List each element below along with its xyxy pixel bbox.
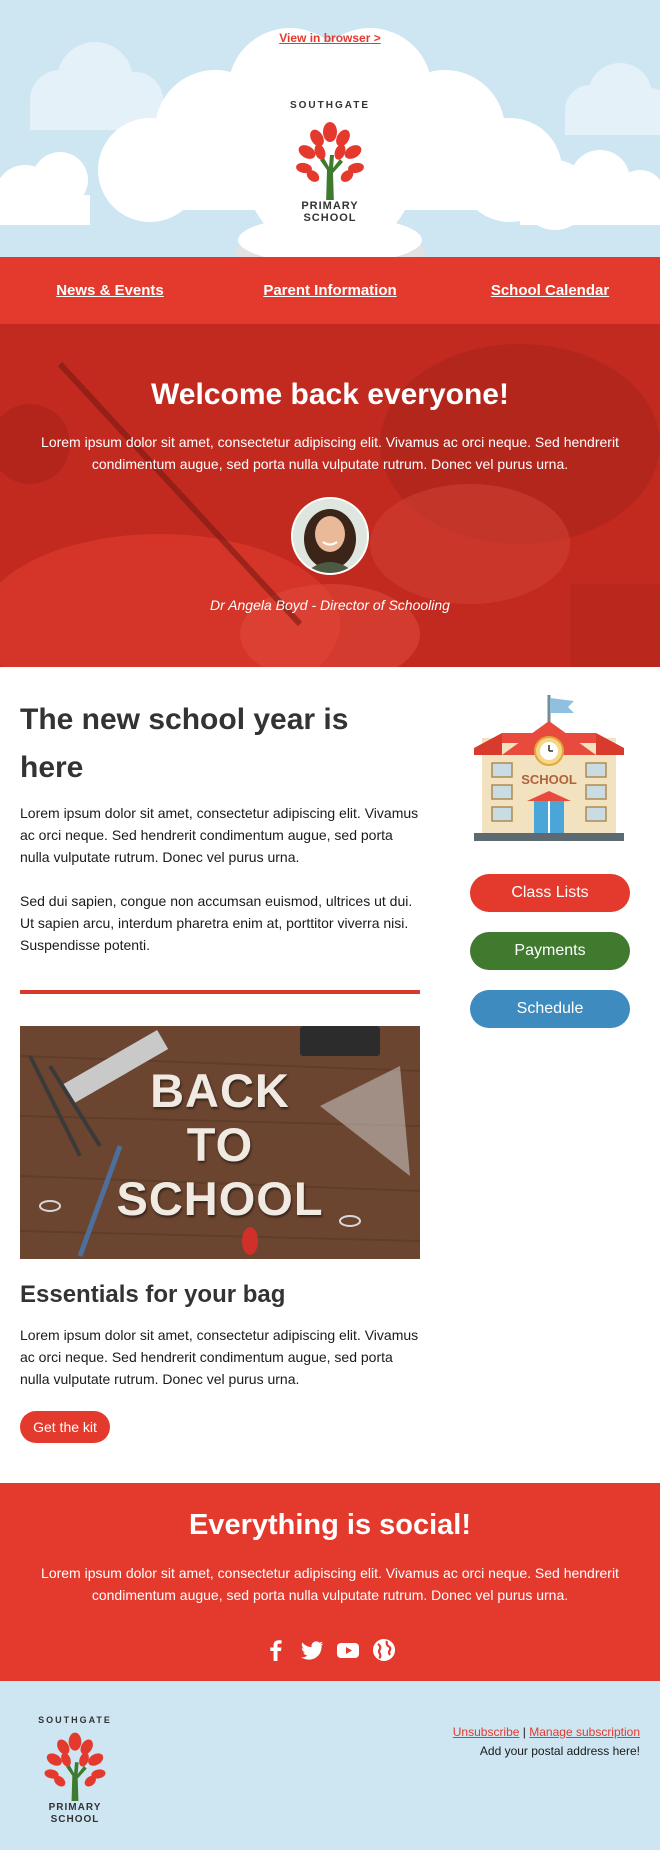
footer-links: Unsubscribe | Manage subscription Add yo… — [453, 1723, 640, 1761]
footer-logo-line-school: SCHOOL — [50, 1814, 100, 1825]
image-text-school: SCHOOL — [116, 1172, 324, 1225]
globe-icon[interactable] — [372, 1638, 396, 1662]
director-avatar — [291, 497, 369, 575]
social-icons — [0, 1638, 660, 1662]
back-to-school-text: BACK TO SCHOOL — [20, 1064, 420, 1226]
social-body: Lorem ipsum dolor sit amet, consectetur … — [41, 1565, 619, 1603]
manage-subscription-link[interactable]: Manage subscription — [529, 1725, 640, 1739]
section-title: The new school year is here — [20, 703, 349, 784]
payments-button[interactable]: Payments — [470, 932, 630, 970]
main-nav: News & Events Parent Information School … — [0, 257, 660, 324]
school-sign-text: SCHOOL — [521, 772, 577, 787]
hero-banner: Welcome back everyone! Lorem ipsum dolor… — [0, 324, 660, 667]
get-the-kit-button[interactable]: Get the kit — [20, 1411, 110, 1443]
logo-text: PRIMARY SCHOOL — [280, 200, 380, 224]
essentials-paragraph: Lorem ipsum dolor sit amet, consectetur … — [20, 1327, 419, 1387]
school-logo-tree — [296, 122, 364, 200]
hero-background-photo — [0, 324, 660, 667]
nav-news-events[interactable]: News & Events — [0, 282, 220, 299]
nav-school-calendar[interactable]: School Calendar — [440, 282, 660, 299]
class-lists-button[interactable]: Class Lists — [470, 874, 630, 912]
schedule-button[interactable]: Schedule — [470, 990, 630, 1028]
nav-parent-information[interactable]: Parent Information — [220, 282, 440, 299]
back-to-school-image: BACK TO SCHOOL — [20, 1026, 420, 1259]
section-divider — [20, 990, 420, 994]
social-title: Everything is social! — [188, 1509, 472, 1541]
youtube-icon[interactable] — [336, 1638, 360, 1662]
email-page: View in browser > SOUTHGATE PRIMARY SCHO… — [0, 0, 660, 1850]
hero-title: Welcome back everyone! — [151, 378, 509, 411]
image-text-to: TO — [186, 1118, 254, 1171]
section-paragraph-2: Sed dui sapien, congue non accumsan euis… — [20, 893, 413, 953]
hero-body: Lorem ipsum dolor sit amet, consectetur … — [41, 434, 619, 472]
footer-separator: | — [522, 1725, 526, 1739]
twitter-icon[interactable] — [300, 1638, 324, 1662]
logo-line-primary: PRIMARY — [301, 200, 359, 212]
view-in-browser-link[interactable]: View in browser > — [0, 31, 660, 45]
facebook-icon[interactable] — [264, 1638, 288, 1662]
school-building-icon: SCHOOL — [474, 695, 624, 841]
essentials-title: Essentials for your bag — [20, 1281, 286, 1308]
header: View in browser > SOUTHGATE PRIMARY SCHO… — [0, 0, 660, 257]
footer-logo-text: PRIMARY SCHOOL — [30, 1802, 120, 1826]
footer-school-logo — [44, 1732, 106, 1801]
hero-caption: Dr Angela Boyd - Director of Schooling — [210, 597, 450, 613]
unsubscribe-link[interactable]: Unsubscribe — [453, 1725, 520, 1739]
section-paragraph-1: Lorem ipsum dolor sit amet, consectetur … — [20, 805, 419, 865]
image-text-back: BACK — [150, 1064, 290, 1117]
footer: SOUTHGATE PRIMARY SCHOOL Unsubscribe | M… — [0, 1681, 660, 1850]
logo-line-school: SCHOOL — [303, 212, 357, 224]
social-section: Everything is social! Lorem ipsum dolor … — [0, 1483, 660, 1681]
footer-logo-line-primary: PRIMARY — [48, 1802, 102, 1813]
postal-address: Add your postal address here! — [479, 1744, 640, 1758]
